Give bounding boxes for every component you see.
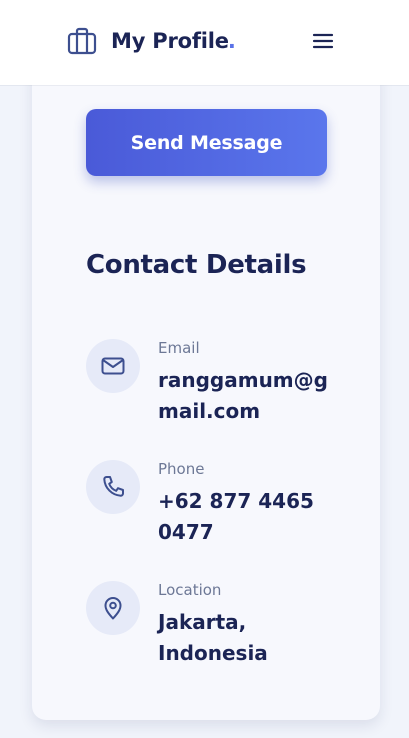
phone-icon-circle — [86, 460, 140, 514]
contact-details-title: Contact Details — [86, 250, 307, 280]
send-message-button[interactable]: Send Message — [86, 109, 327, 176]
location-value-line1: Jakarta, — [158, 610, 247, 634]
hamburger-menu-icon — [312, 33, 334, 49]
email-value-line1: ranggamum@g — [158, 368, 328, 392]
email-value-line2: mail.com — [158, 399, 261, 423]
map-pin-icon — [104, 597, 122, 620]
mail-icon — [101, 357, 125, 375]
phone-icon — [103, 476, 124, 497]
location-icon-circle — [86, 581, 140, 635]
top-header: My Profile. — [0, 0, 409, 85]
briefcase-icon — [67, 27, 97, 55]
email-icon-circle — [86, 339, 140, 393]
phone-value-line1: +62 877 4465 — [158, 489, 314, 513]
hamburger-menu-button[interactable] — [308, 27, 338, 55]
location-value-line2: Indonesia — [158, 641, 268, 665]
phone-value-line2: 0477 — [158, 520, 214, 544]
brand-title-wrap: My Profile. — [111, 29, 236, 53]
location-value[interactable]: Jakarta, Indonesia — [158, 607, 338, 669]
location-label: Location — [158, 581, 222, 599]
brand[interactable]: My Profile. — [67, 26, 236, 56]
brand-title: My Profile — [111, 29, 229, 53]
phone-label: Phone — [158, 460, 205, 478]
email-label: Email — [158, 339, 200, 357]
page: My Profile. Send Message Contact Details… — [0, 0, 409, 738]
brand-dot: . — [227, 29, 236, 53]
phone-value[interactable]: +62 877 4465 0477 — [158, 486, 338, 548]
email-value[interactable]: ranggamum@g mail.com — [158, 365, 338, 427]
